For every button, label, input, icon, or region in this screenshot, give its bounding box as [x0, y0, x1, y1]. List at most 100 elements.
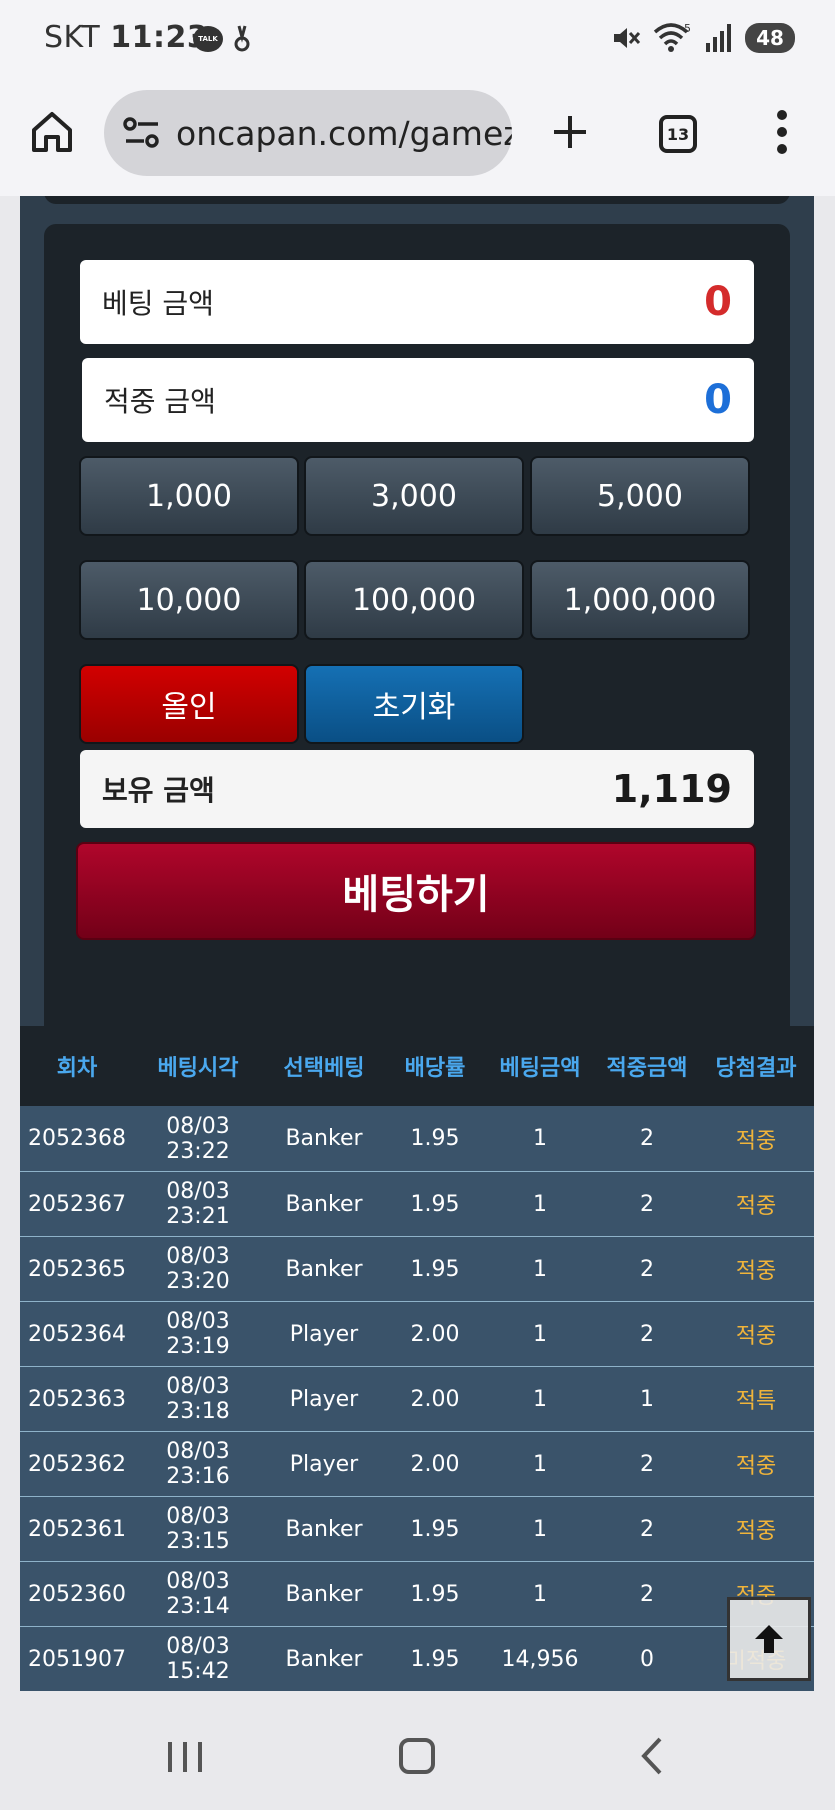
- table-cell: 2: [640, 1451, 654, 1477]
- status-bar: SKT 11:23 TALK 5 48: [0, 0, 835, 82]
- tab-count-button[interactable]: 13: [659, 115, 697, 153]
- table-cell: 1: [533, 1451, 547, 1477]
- result-cell: 적특: [735, 1389, 777, 1414]
- win-amount-value: 0: [704, 377, 732, 423]
- column-header: 베팅시각: [157, 1056, 239, 1081]
- more-icon[interactable]: [770, 110, 794, 154]
- recents-icon[interactable]: [168, 1742, 202, 1772]
- plus-icon[interactable]: [548, 110, 592, 154]
- result-cell: 적중: [735, 1128, 777, 1154]
- result-cell: 적중: [735, 1259, 777, 1284]
- tune-icon[interactable]: [122, 115, 162, 151]
- result-cell: 적중: [735, 1324, 777, 1349]
- table-header: 회차 베팅시각 선택베팅 배당률 베팅금액 적중금액 당첨결과: [20, 1026, 814, 1106]
- signal-icon: [706, 24, 731, 52]
- amount-button-1000[interactable]: 1,000: [79, 456, 299, 536]
- result-cell: 적중: [735, 1194, 777, 1219]
- url-text: oncapan.com/gamez: [176, 113, 512, 153]
- table-cell: 1: [533, 1321, 547, 1347]
- browser-toolbar: oncapan.com/gamez 13: [0, 82, 835, 196]
- table-cell: 1: [533, 1581, 547, 1607]
- table-row: 205190708/03 15:42Banker1.9514,9560미적중: [20, 1626, 814, 1691]
- table-row: 2052362 08/03 23:16 Player 2.00 1 2 적중: [20, 1431, 814, 1496]
- column-header: 회차: [56, 1056, 98, 1081]
- win-amount-label: 적중 금액: [104, 385, 216, 418]
- place-bet-button[interactable]: 베팅하기: [76, 842, 756, 940]
- column-header: 적중금액: [606, 1056, 688, 1081]
- result-cell: 적중: [735, 1519, 777, 1544]
- table-cell: 14,956: [501, 1646, 579, 1672]
- bet-amount-label: 베팅 금액: [102, 287, 214, 320]
- table-cell: 2.00: [410, 1451, 460, 1477]
- table-cell: 08/03 23:18: [166, 1374, 230, 1424]
- table-cell: 2052367: [28, 1191, 126, 1217]
- reset-button[interactable]: 초기화: [304, 664, 524, 744]
- table-cell: 1.95: [410, 1516, 460, 1542]
- table-cell: Banker: [285, 1191, 363, 1217]
- table-cell: 1.95: [410, 1646, 460, 1672]
- table-cell: 2052368: [28, 1126, 126, 1151]
- table-cell: 2: [640, 1581, 654, 1607]
- amount-button-3000[interactable]: 3,000: [304, 456, 524, 536]
- back-icon[interactable]: [640, 1736, 664, 1776]
- table-row: 2052361 08/03 23:15 Banker 1.95 1 2 적중: [20, 1496, 814, 1561]
- table-cell: 08/03 23:22: [166, 1113, 230, 1164]
- amount-button-5000[interactable]: 5,000: [530, 456, 750, 536]
- table-cell: Banker: [285, 1581, 363, 1607]
- result-cell: 적중: [735, 1454, 777, 1479]
- table-cell: Banker: [285, 1516, 363, 1542]
- table-row: 2052368 08/03 23:22 Banker 1.95 1 2 적중: [20, 1106, 814, 1171]
- table-row: 2052367 08/03 23:21 Banker 1.95 1 2 적중: [20, 1171, 814, 1236]
- amount-button-1000000[interactable]: 1,000,000: [530, 560, 750, 640]
- table-cell: 1: [533, 1126, 547, 1151]
- table-cell: Player: [289, 1451, 359, 1477]
- home-icon[interactable]: [30, 110, 74, 154]
- table-cell: 08/03 15:42: [166, 1634, 230, 1684]
- table-cell: 2051907: [28, 1646, 126, 1672]
- table-cell: 2052362: [28, 1451, 126, 1477]
- table-cell: Player: [289, 1386, 359, 1412]
- table-row: 2052363 08/03 23:18 Player 2.00 1 1 적특: [20, 1366, 814, 1431]
- table-cell: 1.95: [410, 1126, 460, 1151]
- table-cell: 2: [640, 1126, 654, 1151]
- table-cell: 2.00: [410, 1321, 460, 1347]
- arrow-up-icon: [755, 1625, 783, 1653]
- table-cell: 1.95: [410, 1191, 460, 1217]
- table-cell: Player: [289, 1321, 359, 1347]
- amount-button-100000[interactable]: 100,000: [304, 560, 524, 640]
- table-cell: 2: [640, 1191, 654, 1217]
- table-cell: 2.00: [410, 1386, 460, 1412]
- win-amount-field: 적중 금액 0: [82, 358, 754, 442]
- table-cell: 2052363: [28, 1386, 126, 1412]
- status-carrier: SKT 11:23: [44, 20, 208, 55]
- table-cell: 1: [533, 1256, 547, 1282]
- table-cell: Banker: [285, 1126, 363, 1151]
- table-cell: 08/03 23:16: [166, 1439, 230, 1489]
- bet-amount-value: 0: [704, 279, 732, 325]
- previous-section-bottom: [44, 196, 790, 204]
- table-cell: Banker: [285, 1646, 363, 1672]
- wifi-badge: 5: [684, 22, 691, 35]
- table-row: 2052364 08/03 23:19 Player 2.00 1 2 적중: [20, 1301, 814, 1366]
- table-cell: 2: [640, 1321, 654, 1347]
- table-cell: 2052360: [28, 1581, 126, 1607]
- table-cell: 08/03 23:19: [166, 1309, 230, 1359]
- table-row: 205236008/03 23:14Banker1.9512적중: [20, 1561, 814, 1626]
- carrier-text: SKT: [44, 20, 101, 55]
- amount-button-10000[interactable]: 10,000: [79, 560, 299, 640]
- table-cell: 08/03 23:21: [166, 1179, 230, 1229]
- scroll-to-top-button[interactable]: [727, 1597, 811, 1681]
- table-cell: 1: [533, 1386, 547, 1412]
- nav-home-icon[interactable]: [399, 1738, 435, 1774]
- bet-history-table: 회차 베팅시각 선택베팅 배당률 베팅금액 적중금액 당첨결과 2052368 0…: [20, 1026, 814, 1691]
- allin-button[interactable]: 올인: [79, 664, 299, 744]
- table-cell: 1.95: [410, 1581, 460, 1607]
- table-cell: 08/03 23:14: [166, 1569, 230, 1619]
- address-bar[interactable]: oncapan.com/gamez: [104, 90, 512, 176]
- hold-amount-value: 1,119: [611, 767, 732, 811]
- table-row: 2052365 08/03 23:20 Banker 1.95 1 2 적중: [20, 1236, 814, 1301]
- table-cell: 2052365: [28, 1256, 126, 1282]
- column-header: 선택베팅: [283, 1056, 365, 1081]
- table-cell: 08/03 23:20: [166, 1244, 230, 1294]
- table-cell: 1: [640, 1386, 654, 1412]
